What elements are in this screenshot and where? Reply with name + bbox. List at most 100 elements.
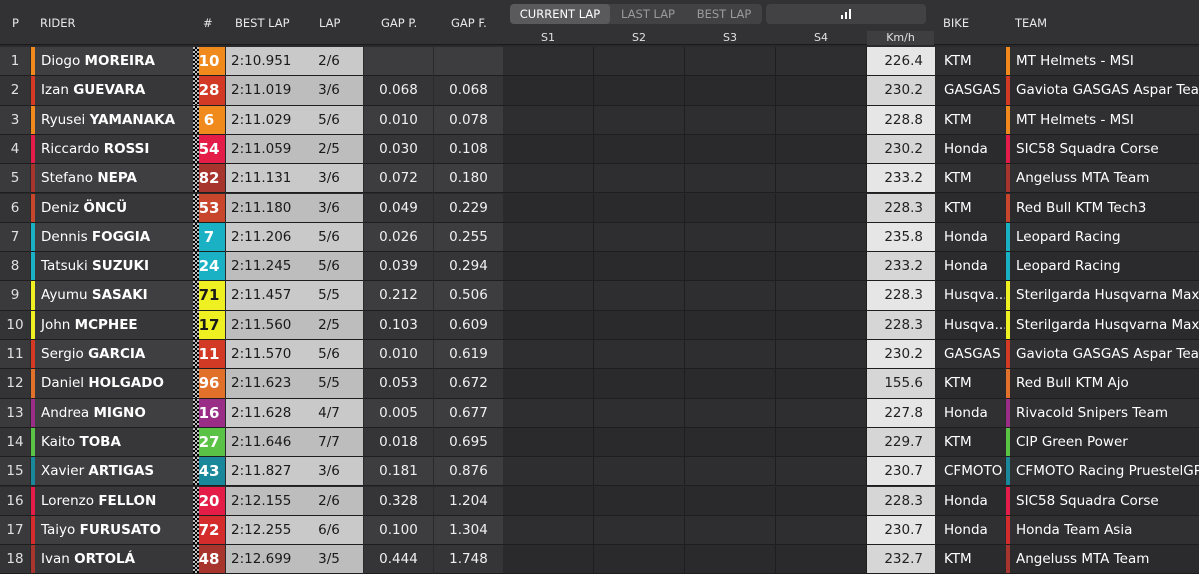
rider-first-name: Diogo [41, 53, 81, 69]
bike-manufacturer: Husqva... [936, 310, 1005, 340]
header-gap-p[interactable]: GAP P. [381, 16, 417, 30]
rider-first-name: Dennis [41, 228, 88, 245]
gap-previous: 0.072 [364, 164, 433, 194]
team-name: Sterilgarda Husqvarna Max [1016, 287, 1199, 304]
sector-2-cell [594, 427, 685, 458]
sector-4-cell [776, 252, 867, 282]
best-lap-time: 2:11.029 [226, 105, 295, 135]
position-cell: 16 [0, 486, 30, 516]
bike-manufacturer: KTM [936, 47, 1005, 77]
top-speed: 228.8 [867, 105, 935, 135]
best-lap-time: 2:11.059 [226, 134, 295, 165]
team-name-cell: Sterilgarda Husqvarna Max [1006, 310, 1199, 340]
rider-name-cell[interactable]: Stefano NEPA [31, 164, 193, 194]
top-speed: 230.7 [867, 457, 935, 487]
rider-name-cell[interactable]: Kaito TOBA [31, 427, 193, 458]
gap-first: 0.506 [434, 281, 503, 311]
tab-best-lap[interactable]: BEST LAP [686, 4, 762, 24]
bike-manufacturer: CFMOTO [936, 457, 1005, 487]
rider-first-name: Tatsuki [41, 258, 88, 275]
team-color-stripe [31, 193, 35, 222]
header-team[interactable]: TEAM [1015, 16, 1047, 30]
rider-number-badge: 96 [193, 369, 225, 399]
rider-name-cell[interactable]: Sergio GARCIA [31, 340, 193, 370]
lap-view-tabs: CURRENT LAP LAST LAP BEST LAP [510, 4, 762, 24]
rider-name-cell[interactable]: Deniz ÖNCÜ [31, 193, 193, 223]
team-name: MT Helmets - MSI [1016, 111, 1134, 128]
best-lap-time: 2:10.951 [226, 47, 295, 77]
header-bike[interactable]: BIKE [943, 16, 969, 30]
team-name: Honda Team Asia [1016, 521, 1133, 538]
sector-1-cell [503, 222, 594, 253]
team-name: Leopard Racing [1016, 228, 1121, 245]
bike-manufacturer: GASGAS [936, 340, 1005, 370]
sector-1-cell [503, 47, 594, 77]
rider-number: 11 [198, 345, 220, 363]
lap-count: 2/6 [295, 486, 363, 516]
best-lap-time: 2:11.245 [226, 252, 295, 282]
sector-4-cell [776, 427, 867, 458]
header-lap[interactable]: LAP [319, 16, 340, 30]
bike-manufacturer: KTM [936, 427, 1005, 458]
header-best-lap[interactable]: BEST LAP [235, 16, 290, 30]
rider-name-cell[interactable]: Daniel HOLGADO [31, 369, 193, 399]
team-name: Gaviota GASGAS Aspar Team [1016, 346, 1199, 362]
rider-last-name: NEPA [97, 170, 137, 187]
gap-previous: 0.328 [364, 486, 433, 516]
team-color-stripe [1006, 369, 1010, 398]
team-name-cell: Leopard Racing [1006, 222, 1199, 253]
team-color-stripe [31, 310, 35, 339]
position-cell: 9 [0, 281, 30, 311]
tab-current-lap[interactable]: CURRENT LAP [510, 4, 610, 24]
lap-count: 3/6 [295, 457, 363, 487]
rider-name-cell[interactable]: Ayumu SASAKI [31, 281, 193, 311]
sector-1-cell [503, 457, 594, 487]
gap-previous: 0.049 [364, 193, 433, 223]
header-s1: S1 [541, 31, 555, 44]
sector-1-cell [503, 369, 594, 399]
timing-table: P RIDER # BEST LAP LAP GAP P. GAP F. CUR… [0, 0, 1199, 574]
rider-name-cell[interactable]: Tatsuki SUZUKI [31, 252, 193, 282]
header-rider[interactable]: RIDER [40, 16, 76, 30]
rider-name-cell[interactable]: Xavier ARTIGAS [31, 457, 193, 487]
rider-name-cell[interactable]: Diogo MOREIRA [31, 47, 193, 77]
rider-first-name: Ayumu [41, 287, 88, 304]
best-lap-time: 2:11.827 [226, 457, 295, 487]
rider-name-cell[interactable]: Ryusei YAMANAKA [31, 105, 193, 135]
sector-2-cell [594, 457, 685, 487]
sector-3-cell [685, 252, 776, 282]
gap-previous: 0.103 [364, 310, 433, 340]
team-name: Leopard Racing [1016, 258, 1121, 275]
rider-number: 48 [198, 550, 220, 569]
sector-1-cell [503, 164, 594, 194]
rider-name-cell[interactable]: Taiyo FURUSATO [31, 515, 193, 546]
team-color-stripe [1006, 134, 1010, 164]
rider-number: 28 [198, 81, 220, 100]
bar-chart-icon [841, 9, 853, 19]
header-s3: S3 [723, 31, 737, 44]
rider-name-cell[interactable]: Andrea MIGNO [31, 398, 193, 428]
rider-name-cell[interactable]: John MCPHEE [31, 310, 193, 340]
gap-previous: 0.100 [364, 515, 433, 546]
lap-count: 4/7 [295, 398, 363, 428]
sector-4-cell [776, 515, 867, 546]
team-color-stripe [1006, 545, 1010, 574]
sector-3-cell [685, 47, 776, 77]
gap-first: 0.619 [434, 340, 503, 370]
sector-2-cell [594, 252, 685, 282]
rider-name-cell[interactable]: Izan GUEVARA [31, 76, 193, 106]
team-name-cell: MT Helmets - MSI [1006, 105, 1199, 135]
rider-number-badge: 6 [193, 105, 225, 135]
header-gap-f[interactable]: GAP F. [451, 16, 487, 30]
gap-previous [364, 47, 433, 77]
position-cell: 1 [0, 47, 30, 77]
rider-number-badge: 53 [193, 193, 225, 223]
header-number[interactable]: # [203, 16, 213, 30]
tab-last-lap[interactable]: LAST LAP [610, 4, 686, 24]
chart-toggle-button[interactable] [766, 4, 926, 24]
rider-name-cell[interactable]: Riccardo ROSSI [31, 134, 193, 165]
rider-name-cell[interactable]: Lorenzo FELLON [31, 486, 193, 516]
lap-count: 6/6 [295, 515, 363, 546]
sector-4-cell [776, 134, 867, 165]
rider-name-cell[interactable]: Dennis FOGGIA [31, 222, 193, 253]
